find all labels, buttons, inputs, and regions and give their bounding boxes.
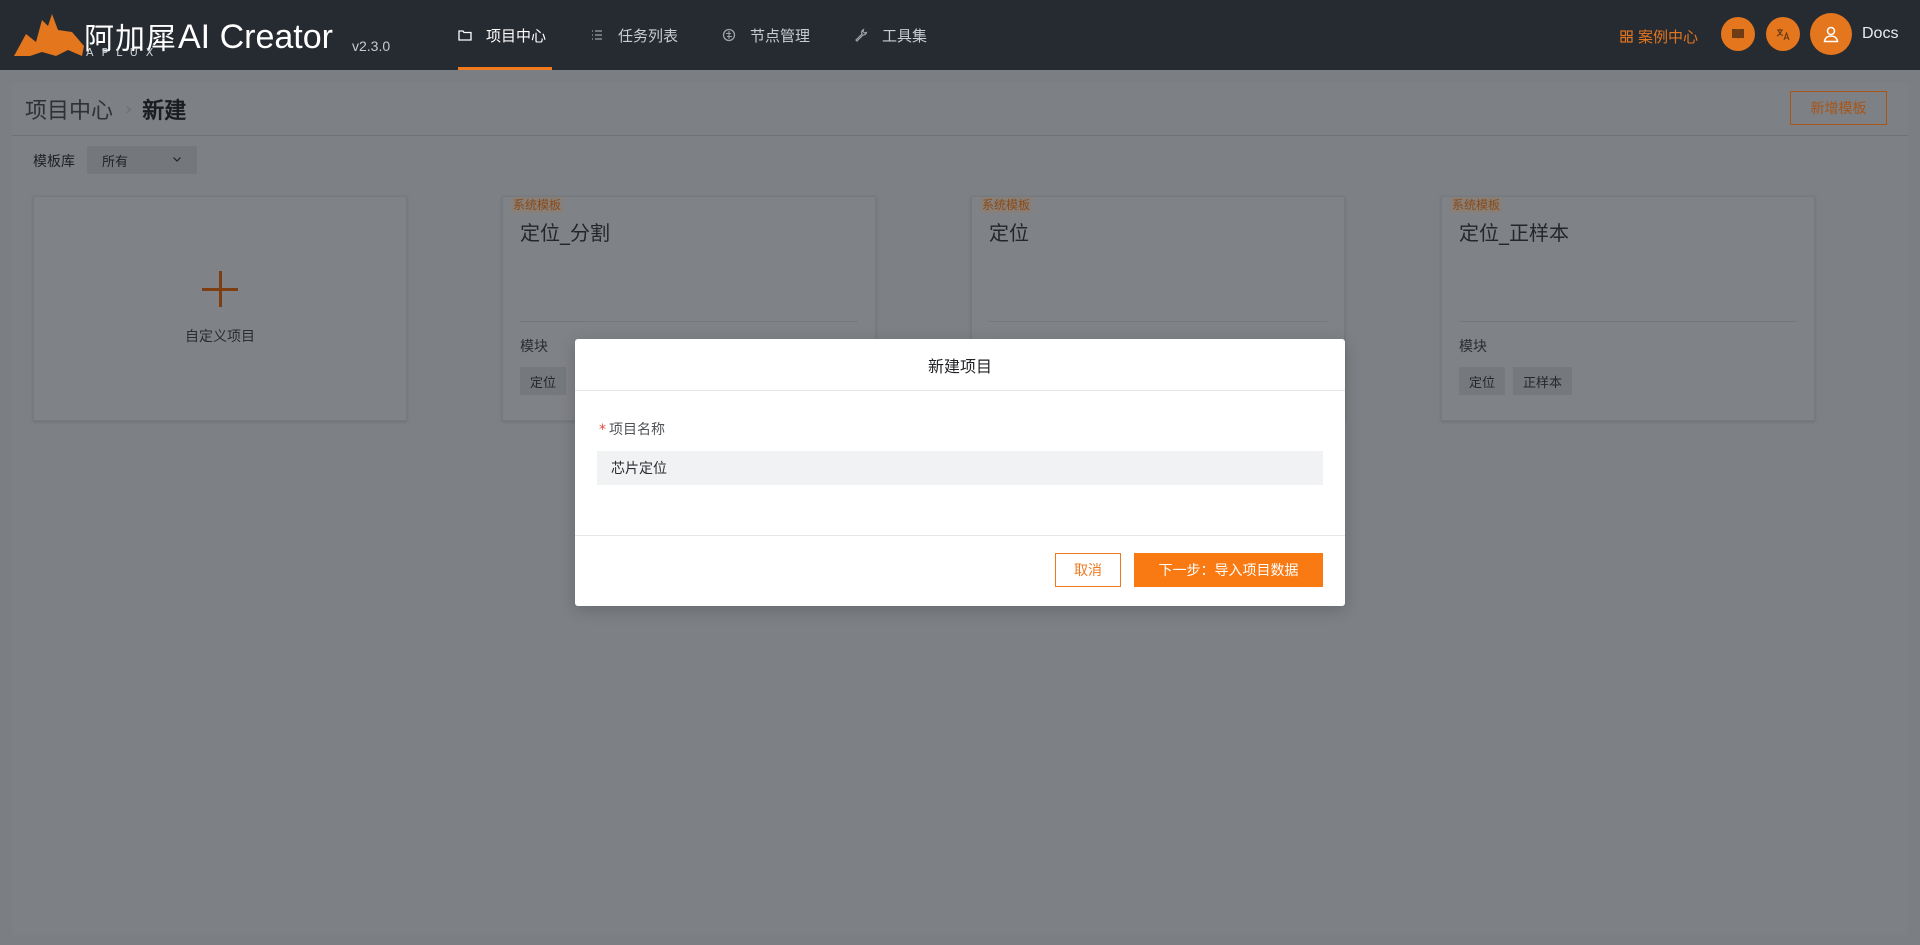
template-title: 定位_正样本	[1459, 221, 1569, 245]
add-template-button[interactable]: 新增模板	[1790, 91, 1887, 125]
folder-icon	[458, 30, 472, 41]
project-name-label-text: 项目名称	[609, 422, 665, 438]
required-mark: *	[599, 422, 606, 438]
system-template-tag: 系统模板	[511, 197, 564, 213]
new-project-dialog: 新建项目 *项目名称 取消 下一步：导入项目数据	[575, 339, 1345, 606]
breadcrumb-separator: ›	[125, 98, 133, 120]
translate-button[interactable]	[1766, 17, 1800, 51]
template-library-value: 所有	[102, 154, 129, 170]
case-center-label: 案例中心	[1638, 28, 1699, 46]
nav-item-project-center[interactable]: 项目中心	[458, 0, 552, 70]
card-divider	[520, 321, 858, 322]
grid-icon	[1620, 30, 1633, 43]
nav-item-label: 项目中心	[486, 26, 547, 45]
list-icon	[592, 30, 602, 40]
template-card[interactable]: 系统模板 定位_正样本 模块 定位 正样本	[1441, 196, 1815, 421]
custom-project-card[interactable]: 自定义项目	[33, 196, 407, 421]
breadcrumb: 项目中心 › 新建	[25, 93, 187, 125]
logo-english-text: APLUX	[86, 46, 162, 59]
top-navigation-bar: 阿加犀 APLUX AI Creator v2.3.0 项目中心 任务列表 节点…	[0, 0, 1920, 70]
template-library-select[interactable]: 所有	[87, 146, 197, 174]
chevron-down-icon	[173, 157, 181, 162]
module-label: 模块	[1459, 339, 1487, 355]
header-divider	[12, 135, 1908, 136]
app-version: v2.3.0	[352, 38, 391, 54]
module-chip: 定位	[520, 367, 567, 395]
module-chip: 正样本	[1513, 367, 1573, 395]
template-title: 定位	[989, 221, 1029, 245]
dialog-footer-divider	[575, 535, 1345, 536]
dialog-title: 新建项目	[575, 339, 1345, 391]
nav-item-label: 节点管理	[750, 26, 811, 45]
nav-item-node-management[interactable]: 节点管理	[722, 0, 810, 70]
app-title: AI Creator	[178, 18, 333, 56]
breadcrumb-project-center[interactable]: 项目中心	[25, 93, 113, 125]
template-library-label: 模板库	[33, 154, 75, 170]
plus-icon	[202, 271, 238, 307]
module-chips: 定位 正样本	[1459, 367, 1573, 395]
card-divider	[1459, 321, 1797, 322]
book-icon	[1732, 29, 1744, 39]
module-label: 模块	[520, 339, 548, 355]
module-chips: 定位	[520, 367, 567, 395]
template-title: 定位_分割	[520, 221, 610, 245]
node-icon	[722, 28, 736, 42]
card-divider	[989, 321, 1327, 322]
next-import-data-button[interactable]: 下一步：导入项目数据	[1134, 553, 1323, 587]
breadcrumb-current: 新建	[142, 99, 187, 124]
module-chip: 定位	[1459, 367, 1506, 395]
user-avatar-button[interactable]	[1810, 13, 1852, 55]
cancel-button[interactable]: 取消	[1055, 553, 1121, 587]
user-icon	[1823, 26, 1839, 43]
nav-item-label: 任务列表	[618, 26, 679, 45]
nav-item-toolset[interactable]: 工具集	[854, 0, 927, 70]
book-button[interactable]	[1721, 17, 1755, 51]
nav-item-task-list[interactable]: 任务列表	[590, 0, 678, 70]
custom-project-label: 自定义项目	[185, 329, 255, 345]
case-center-link[interactable]: 案例中心	[1620, 26, 1698, 47]
translate-icon	[1776, 29, 1790, 41]
nav-item-label: 工具集	[882, 26, 928, 45]
system-template-tag: 系统模板	[980, 197, 1033, 213]
system-template-tag: 系统模板	[1450, 197, 1503, 213]
wrench-icon	[855, 28, 868, 42]
docs-link[interactable]: Docs	[1862, 25, 1898, 43]
project-name-label: * 项目名称	[599, 419, 665, 439]
project-name-input[interactable]	[597, 451, 1323, 485]
